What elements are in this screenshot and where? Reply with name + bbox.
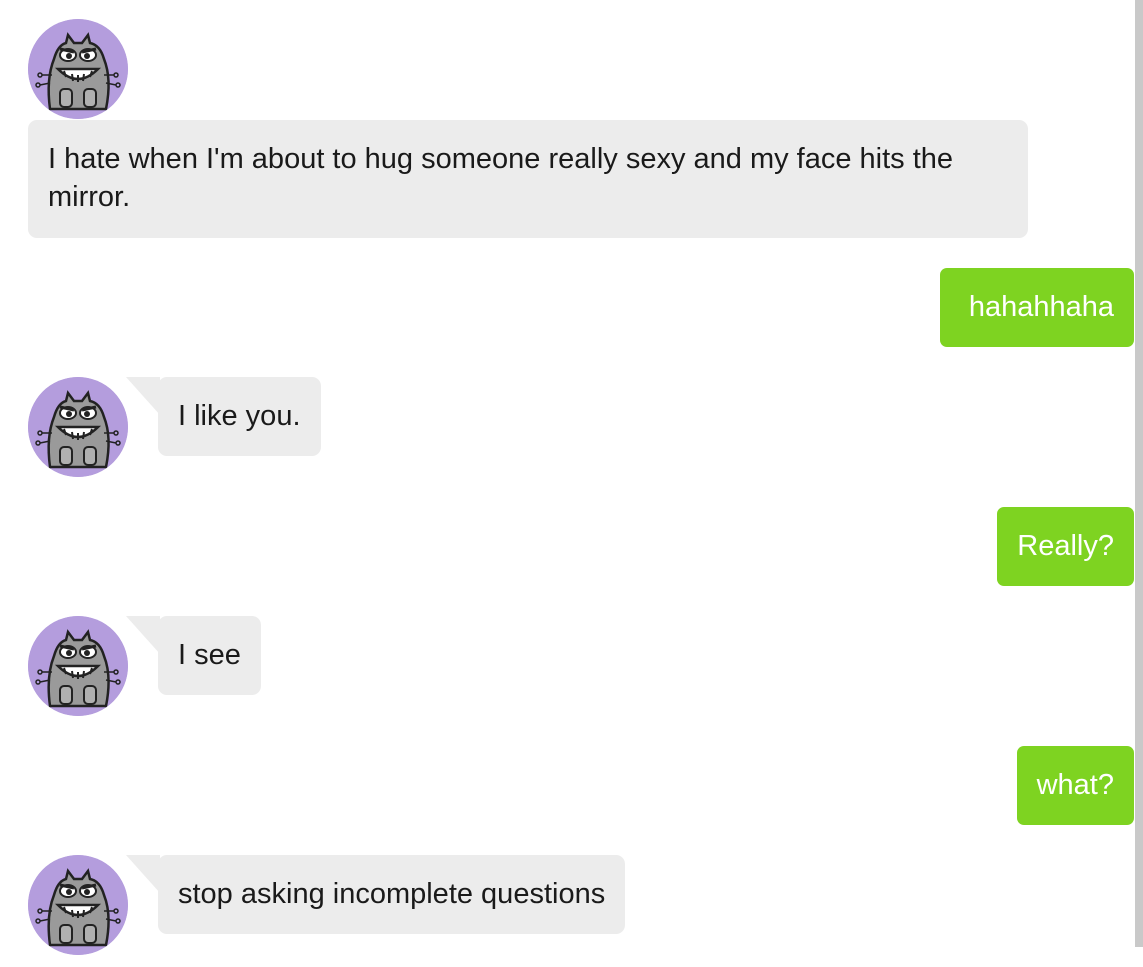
bot-avatar — [28, 855, 128, 955]
bot-avatar — [28, 616, 128, 716]
monster-icon — [28, 855, 128, 955]
bot-message: I like you. — [126, 377, 321, 456]
user-message: hahahhaha — [940, 268, 1134, 347]
bot-avatar — [28, 377, 128, 477]
chat-transcript: I hate when I'm about to hug someone rea… — [0, 0, 1143, 967]
bot-message: stop asking incomplete questions — [125, 855, 626, 934]
bot-message: I see — [126, 616, 261, 695]
bot-avatar — [28, 19, 128, 119]
monster-icon — [28, 377, 128, 477]
scrollbar[interactable] — [1135, 0, 1143, 947]
user-message: Really? — [997, 507, 1134, 586]
bot-message: I hate when I'm about to hug someone rea… — [28, 120, 1028, 238]
user-message: what? — [1016, 746, 1134, 825]
monster-icon — [28, 616, 128, 716]
monster-icon — [28, 19, 128, 119]
